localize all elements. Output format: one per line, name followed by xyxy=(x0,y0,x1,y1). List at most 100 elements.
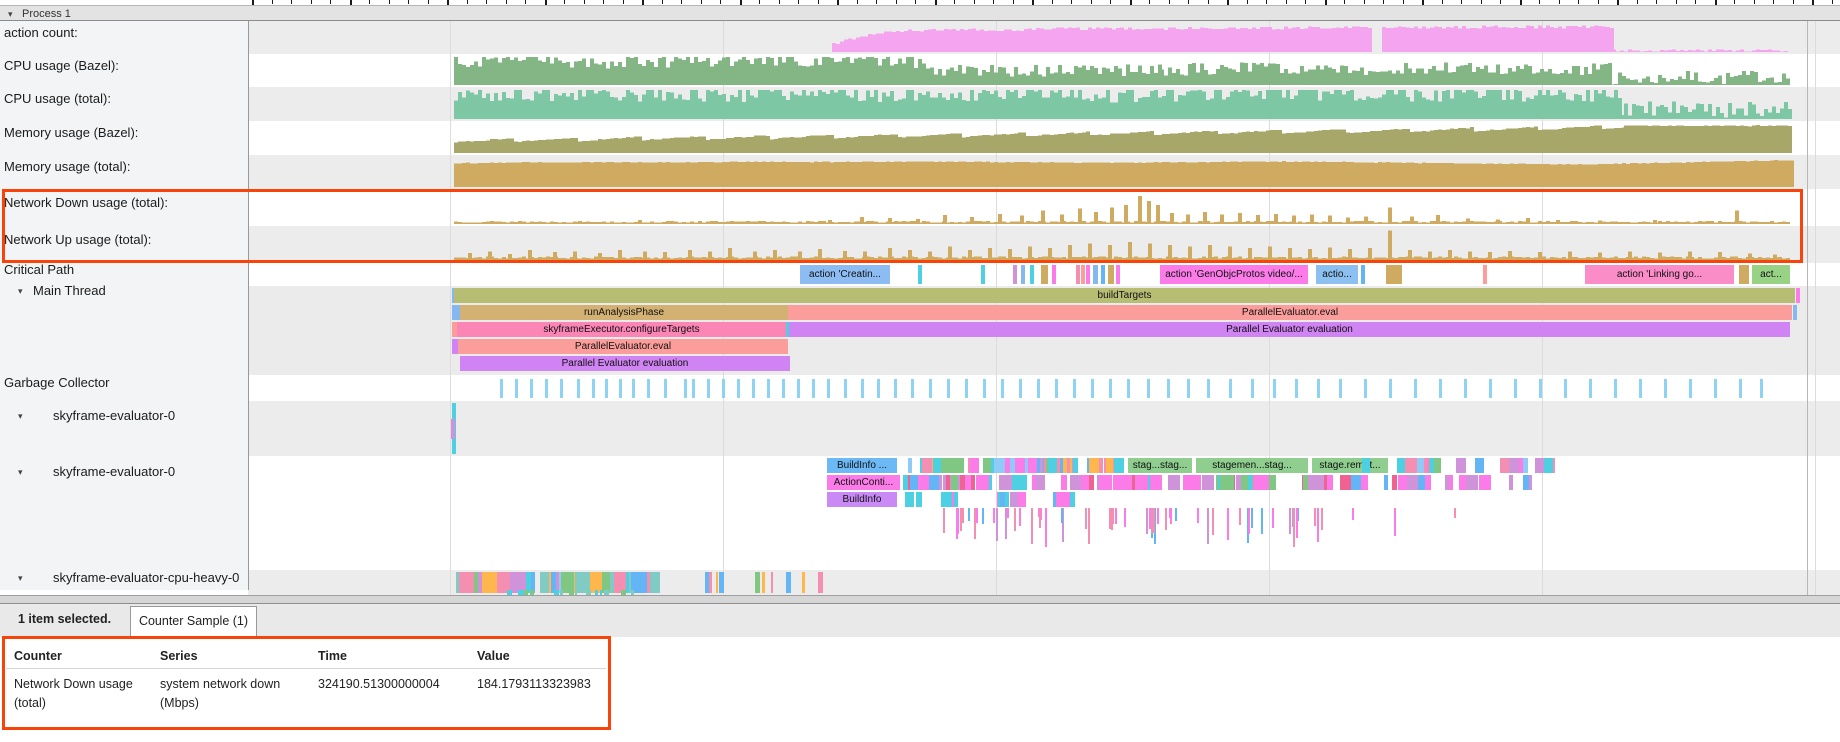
trace-slice[interactable] xyxy=(1384,475,1388,490)
trace-slice[interactable] xyxy=(1317,508,1319,542)
trace-slice[interactable] xyxy=(1108,265,1114,284)
trace-slice[interactable]: action 'Linking go... xyxy=(1585,265,1734,284)
trace-slice[interactable] xyxy=(1418,475,1425,490)
col-header-series[interactable]: Series xyxy=(160,649,198,663)
gc-tick[interactable] xyxy=(767,379,770,398)
panel-splitter[interactable] xyxy=(0,595,1840,604)
trace-slice[interactable] xyxy=(1248,475,1252,490)
gc-tick[interactable] xyxy=(1001,379,1004,398)
collapse-arrow-icon[interactable]: ▾ xyxy=(18,407,23,425)
gc-tick[interactable] xyxy=(861,379,864,398)
trace-slice[interactable] xyxy=(996,508,998,541)
trace-slice[interactable] xyxy=(1394,508,1396,536)
trace-slice[interactable] xyxy=(1523,475,1529,490)
gc-tick[interactable] xyxy=(605,379,608,398)
trace-slice[interactable] xyxy=(1146,508,1148,534)
gc-tick[interactable] xyxy=(1127,379,1130,398)
trace-slice[interactable] xyxy=(1028,458,1037,473)
trace-slice[interactable]: BuildInfo xyxy=(827,492,897,507)
trace-slice[interactable] xyxy=(451,419,455,439)
trace-slice[interactable] xyxy=(1089,458,1099,473)
trace-slice[interactable] xyxy=(1321,508,1323,530)
gc-tick[interactable] xyxy=(1273,379,1276,398)
trace-slice[interactable] xyxy=(1109,508,1111,529)
sidebar-label-main-thread[interactable]: Main Thread xyxy=(33,282,106,300)
trace-slice[interactable] xyxy=(1018,492,1027,507)
trace-slice[interactable] xyxy=(918,475,929,490)
trace-slice[interactable] xyxy=(1157,508,1159,524)
trace-slice[interactable] xyxy=(1021,265,1025,284)
gc-tick[interactable] xyxy=(632,379,635,398)
gc-tick[interactable] xyxy=(560,379,563,398)
gc-tick[interactable] xyxy=(647,379,650,398)
gc-tick[interactable] xyxy=(722,379,725,398)
counter-chart-memory-usage-total[interactable] xyxy=(0,155,1840,189)
trace-slice[interactable] xyxy=(1251,508,1253,528)
trace-slice[interactable] xyxy=(943,508,945,533)
trace-slice[interactable] xyxy=(1031,508,1033,544)
trace-slice[interactable] xyxy=(1479,475,1490,490)
trace-slice[interactable] xyxy=(965,475,971,490)
trace-slice[interactable] xyxy=(649,572,660,593)
gc-tick[interactable] xyxy=(1464,379,1467,398)
sidebar-label-skyframe-evaluator-cpu-heavy-0[interactable]: skyframe-evaluator-cpu-heavy-0 xyxy=(53,569,239,587)
trace-slice[interactable] xyxy=(1007,508,1009,518)
trace-slice[interactable] xyxy=(1212,508,1214,535)
counter-chart-memory-usage-bazel[interactable] xyxy=(0,121,1840,155)
gc-tick[interactable] xyxy=(877,379,880,398)
trace-slice[interactable] xyxy=(1296,508,1298,538)
collapse-arrow-icon[interactable]: ▾ xyxy=(18,569,23,587)
trace-slice[interactable] xyxy=(1168,475,1180,490)
trace-slice[interactable]: stag...stag... xyxy=(1128,458,1192,473)
gc-tick[interactable] xyxy=(752,379,755,398)
trace-slice[interactable] xyxy=(1014,508,1016,531)
trace-slice[interactable]: action 'Creatin... xyxy=(800,265,890,284)
gc-tick[interactable] xyxy=(1614,379,1617,398)
trace-slice[interactable] xyxy=(1067,458,1070,473)
trace-slice[interactable]: Parallel Evaluator evaluation xyxy=(789,322,1790,337)
gc-tick[interactable] xyxy=(1589,379,1592,398)
gc-tick[interactable] xyxy=(947,379,950,398)
gc-tick[interactable] xyxy=(965,379,968,398)
trace-slice[interactable] xyxy=(970,458,980,473)
trace-slice[interactable] xyxy=(1081,265,1085,284)
trace-slice[interactable] xyxy=(1106,458,1114,473)
trace-slice[interactable] xyxy=(1289,508,1291,534)
trace-slice[interactable] xyxy=(1032,475,1037,490)
gc-tick[interactable] xyxy=(1689,379,1692,398)
col-header-value[interactable]: Value xyxy=(477,649,510,663)
trace-slice[interactable] xyxy=(1405,458,1416,473)
trace-slice[interactable] xyxy=(762,572,765,593)
trace-slice[interactable] xyxy=(1114,458,1125,473)
trace-slice[interactable] xyxy=(1248,508,1250,534)
trace-slice[interactable]: actio... xyxy=(1316,265,1358,284)
gc-tick[interactable] xyxy=(1489,379,1492,398)
trace-slice[interactable] xyxy=(974,508,976,539)
trace-slice[interactable] xyxy=(1500,458,1509,473)
collapse-arrow-icon[interactable]: ▾ xyxy=(18,282,23,300)
trace-slice[interactable] xyxy=(993,508,995,523)
gc-tick[interactable] xyxy=(707,379,710,398)
trace-slice[interactable] xyxy=(1475,458,1485,473)
trace-slice[interactable] xyxy=(956,508,958,539)
gc-tick[interactable] xyxy=(1073,379,1076,398)
trace-slice[interactable] xyxy=(1424,475,1431,490)
gc-tick[interactable] xyxy=(684,379,687,398)
trace-slice[interactable] xyxy=(983,458,991,473)
trace-slice[interactable] xyxy=(1793,305,1797,320)
trace-slice[interactable] xyxy=(935,475,939,490)
trace-slice[interactable] xyxy=(1197,508,1199,523)
trace-slice[interactable] xyxy=(903,475,908,490)
trace-slice[interactable] xyxy=(489,572,497,593)
trace-slice[interactable] xyxy=(1314,508,1316,526)
trace-slice[interactable] xyxy=(1352,508,1354,520)
gc-tick[interactable] xyxy=(894,379,897,398)
trace-slice[interactable] xyxy=(1272,508,1274,528)
trace-slice[interactable] xyxy=(1362,458,1370,473)
counter-chart-cpu-usage-bazel[interactable] xyxy=(0,54,1840,87)
trace-slice[interactable]: buildTargets xyxy=(454,288,1795,303)
trace-slice[interactable] xyxy=(1544,458,1553,473)
trace-slice[interactable] xyxy=(1796,288,1800,303)
trace-slice[interactable] xyxy=(818,572,823,593)
trace-slice[interactable]: ParallelEvaluator.eval xyxy=(458,339,788,354)
